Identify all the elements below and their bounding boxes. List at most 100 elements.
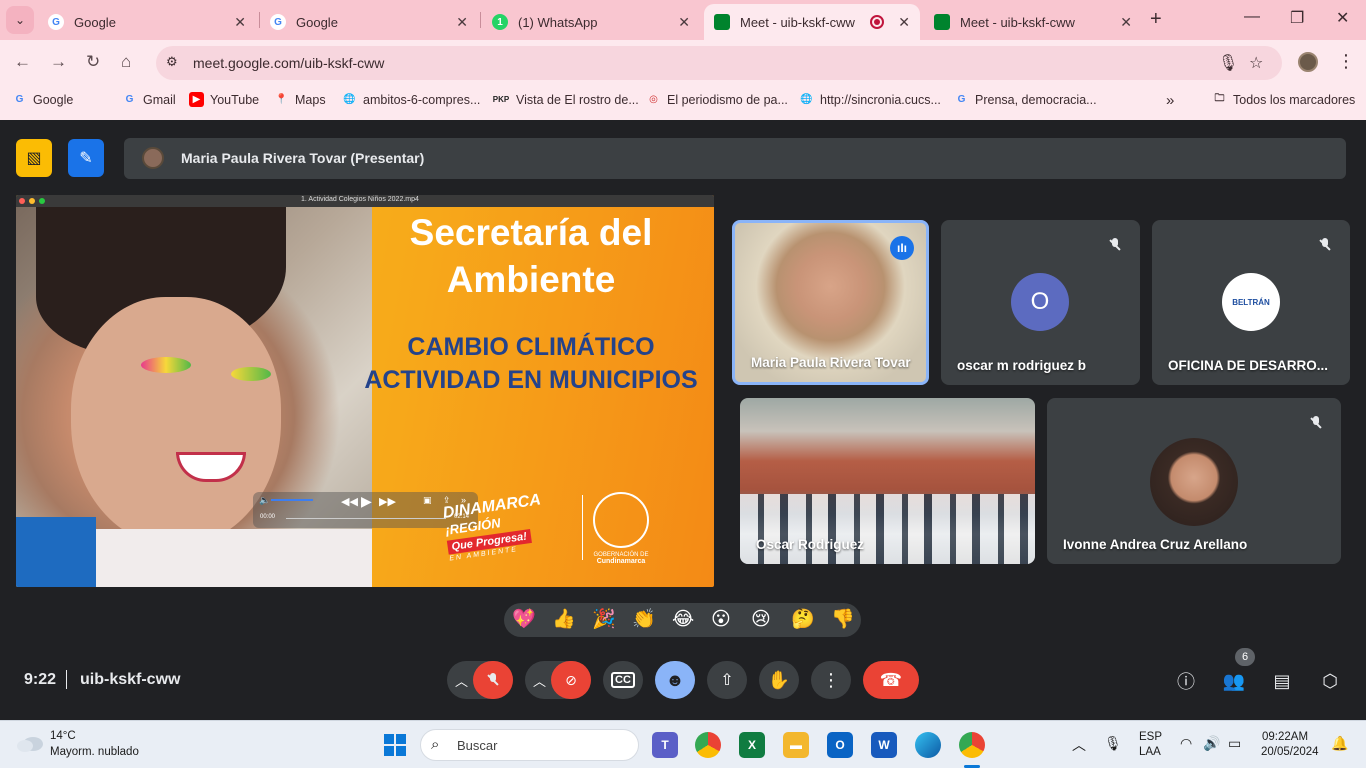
raise-hand-button[interactable]: ✋ xyxy=(759,661,799,699)
reaction-surprised[interactable]: 😮 xyxy=(711,609,731,631)
chrome-profile-icon[interactable] xyxy=(959,732,985,758)
reaction-thinking[interactable]: 🤔 xyxy=(791,609,815,631)
outlook-icon[interactable]: O xyxy=(827,732,853,758)
bookmark-youtube[interactable]: ▶ YouTube xyxy=(189,92,259,107)
restore-icon[interactable]: ❐ xyxy=(1290,8,1304,28)
chevron-up-icon[interactable]: ︿ xyxy=(1072,735,1086,755)
tab-google-2[interactable]: G Google ✕ xyxy=(260,4,478,40)
word-icon[interactable]: W xyxy=(871,732,897,758)
forward-icon[interactable]: → xyxy=(50,52,67,72)
reaction-party[interactable]: 🎉 xyxy=(592,609,616,631)
effects-icon[interactable]: ✎ xyxy=(68,139,104,177)
captions-icon: CC xyxy=(611,672,635,688)
teams-icon[interactable]: T xyxy=(652,732,678,758)
wifi-icon[interactable]: ◠ xyxy=(1180,735,1192,752)
chat-icon[interactable]: ▤ xyxy=(1269,668,1295,694)
volume-icon[interactable]: 🔈 xyxy=(259,495,270,506)
reaction-thumbs-down[interactable]: 👎 xyxy=(831,609,855,631)
mic-off-icon xyxy=(488,673,498,687)
emoji-icon: ☻ xyxy=(665,669,685,690)
people-icon[interactable]: 👥 xyxy=(1221,668,1247,694)
site-settings-icon[interactable]: ⚙ xyxy=(166,54,178,70)
close-icon[interactable]: ✕ xyxy=(234,14,246,31)
taskbar-search[interactable]: ⌕ Buscar xyxy=(420,729,639,761)
volume-icon[interactable]: 🔊 xyxy=(1203,735,1220,752)
bookmark-pkp[interactable]: PKP Vista de El rostro de... xyxy=(492,92,639,107)
participant-tile-oficina[interactable]: BELTRÁN OFICINA DE DESARRO... xyxy=(1152,220,1350,385)
picture-in-picture-icon[interactable]: ▣ xyxy=(423,495,432,506)
weather-temperature[interactable]: 14°C xyxy=(50,730,76,742)
tab-search-button[interactable]: ⌄ xyxy=(6,6,34,34)
dot-green xyxy=(39,198,45,204)
participant-tile-oscar-rodriguez[interactable]: Oscar Rodriguez xyxy=(740,398,1035,564)
more-options-button[interactable]: ⋮ xyxy=(811,661,851,699)
tab-meet-active[interactable]: Meet - uib-kskf-cww ✕ xyxy=(704,4,920,40)
profile-avatar[interactable] xyxy=(1298,52,1318,72)
volume-slider[interactable] xyxy=(271,499,313,501)
present-button[interactable]: ⇧ xyxy=(707,661,747,699)
bookmark-ambitos[interactable]: 🌐 ambitos-6-compres... xyxy=(342,92,480,107)
window-close-icon[interactable]: ✕ xyxy=(1336,8,1349,28)
info-icon[interactable]: ⓘ xyxy=(1173,668,1199,694)
reaction-clap[interactable]: 👏 xyxy=(632,609,656,631)
reaction-thumbs-up[interactable]: 👍 xyxy=(552,609,576,631)
tab-title: Google xyxy=(296,14,338,30)
system-clock-date[interactable]: 20/05/2024 xyxy=(1261,746,1319,758)
all-bookmarks[interactable]: 🗀 Todos los marcadores xyxy=(1212,92,1356,107)
back-icon[interactable]: ← xyxy=(14,52,31,72)
bookmarks-overflow-icon[interactable]: » xyxy=(1166,92,1174,109)
microphone-icon[interactable]: 🎙 xyxy=(1218,53,1238,73)
new-tab-button[interactable]: + xyxy=(1150,8,1162,31)
bookmark-prensa[interactable]: G Prensa, democracia... xyxy=(954,92,1097,107)
close-icon[interactable]: ✕ xyxy=(898,14,910,31)
weather-description[interactable]: Mayorm. nublado xyxy=(50,746,139,758)
video-off-icon[interactable]: ▧ xyxy=(16,139,52,177)
notification-bell-icon[interactable]: 🔔 xyxy=(1331,735,1348,752)
participant-tile-maria[interactable]: ıIı Maria Paula Rivera Tovar xyxy=(732,220,929,385)
close-icon[interactable]: ✕ xyxy=(456,14,468,31)
bookmark-maps[interactable]: 📍 Maps xyxy=(274,92,325,107)
rewind-icon[interactable]: ◀◀ xyxy=(341,495,358,508)
microphone-icon[interactable]: 🎙 xyxy=(1104,735,1122,752)
more-vertical-icon[interactable]: ⋮ xyxy=(1337,51,1355,72)
tab-whatsapp[interactable]: 1 (1) WhatsApp ✕ xyxy=(482,4,700,40)
bookmark-gmail[interactable]: G Gmail xyxy=(122,92,176,107)
edge-icon[interactable] xyxy=(915,732,941,758)
close-icon[interactable]: ✕ xyxy=(678,14,690,31)
address-bar[interactable]: ⚙ meet.google.com/uib-kskf-cww 🎙 ☆ xyxy=(156,46,1282,80)
tab-google-1[interactable]: G Google ✕ xyxy=(38,4,256,40)
excel-icon[interactable]: X xyxy=(739,732,765,758)
participant-tile-oscar-m[interactable]: O oscar m rodriguez b xyxy=(941,220,1140,385)
reaction-sparkling-heart[interactable]: 💖 xyxy=(512,609,536,631)
emoji-button[interactable]: ☻ xyxy=(655,661,695,699)
play-icon[interactable]: ▶ xyxy=(361,493,372,510)
participant-tile-ivonne[interactable]: Ivonne Andrea Cruz Arellano xyxy=(1047,398,1341,564)
close-icon[interactable]: ✕ xyxy=(1120,14,1132,31)
file-explorer-icon[interactable]: ▬ xyxy=(783,732,809,758)
language-line1[interactable]: ESP xyxy=(1139,731,1162,743)
minimize-icon[interactable]: — xyxy=(1244,8,1260,26)
home-icon[interactable]: ⌂ xyxy=(121,52,131,72)
mic-toggle-button[interactable] xyxy=(473,661,513,699)
fast-forward-icon[interactable]: ▶▶ xyxy=(379,495,396,508)
star-icon[interactable]: ☆ xyxy=(1249,53,1263,73)
camera-toggle-button[interactable]: ⊘ xyxy=(551,661,591,699)
system-clock-time[interactable]: 09:22AM xyxy=(1262,731,1308,743)
reaction-sad[interactable]: 😢 xyxy=(751,609,771,631)
player-progress-track[interactable] xyxy=(286,518,446,519)
language-line2[interactable]: LAA xyxy=(1139,746,1161,758)
chrome-icon[interactable] xyxy=(695,732,721,758)
mic-off-glyph xyxy=(1320,238,1330,252)
tab-meet-2[interactable]: Meet - uib-kskf-cww ✕ xyxy=(924,4,1142,40)
battery-icon[interactable]: ▭ xyxy=(1228,735,1241,752)
windows-start-icon[interactable] xyxy=(384,734,406,756)
reload-icon[interactable]: ↻ xyxy=(86,52,100,72)
bookmark-sincronia[interactable]: 🌐 http://sincronia.cucs... xyxy=(799,92,941,107)
bookmark-google[interactable]: G Google xyxy=(12,92,74,107)
reaction-laugh[interactable]: 😂 xyxy=(672,609,694,631)
search-placeholder: Buscar xyxy=(457,738,498,753)
captions-button[interactable]: CC xyxy=(603,661,643,699)
leave-call-button[interactable]: ☎ xyxy=(863,661,919,699)
activities-icon[interactable]: ⬡ xyxy=(1317,668,1343,694)
bookmark-periodismo[interactable]: ◎ El periodismo de pa... xyxy=(646,92,788,107)
